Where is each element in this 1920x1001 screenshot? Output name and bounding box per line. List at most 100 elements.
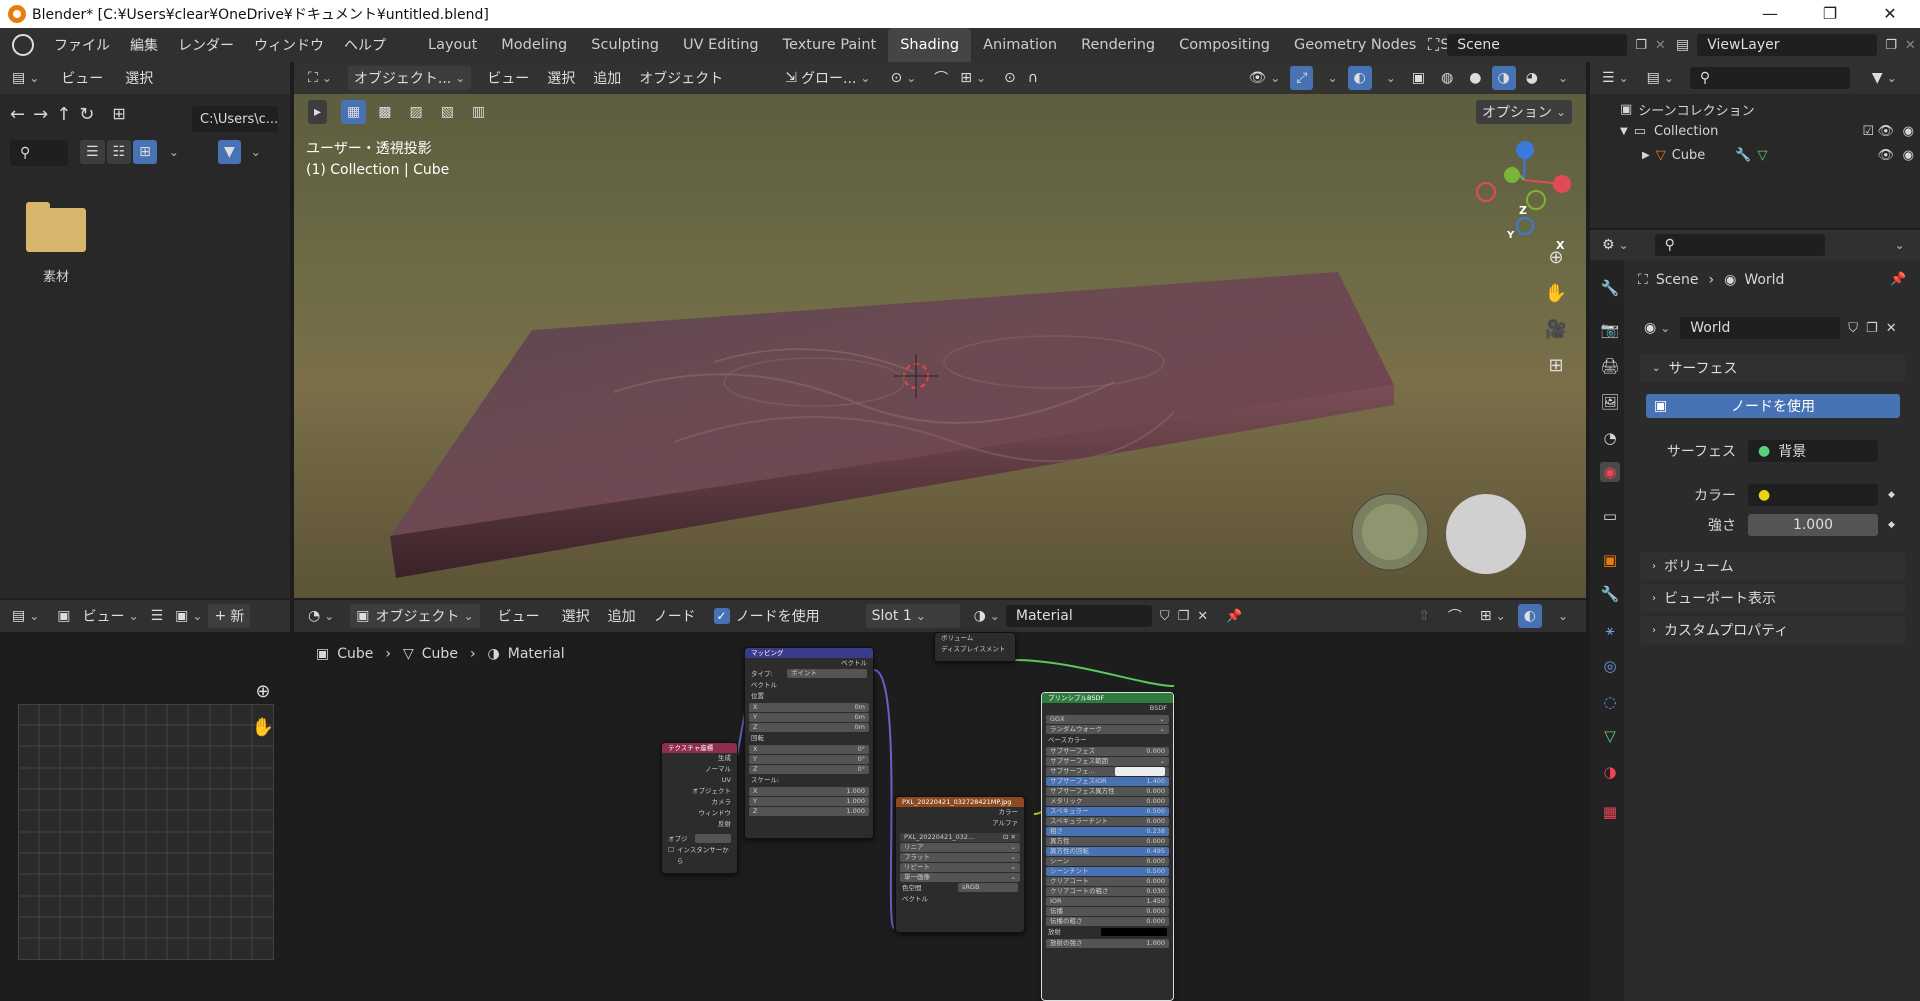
zoom-icon[interactable]: ⊕ (1541, 242, 1571, 272)
world-color-field[interactable]: ● (1748, 484, 1878, 506)
surface-panel-header[interactable]: ⌄ サーフェス (1640, 354, 1905, 382)
tool-tab-icon[interactable]: 🔧 (1600, 278, 1620, 298)
filter-options-icon[interactable] (241, 140, 267, 164)
display-options-icon[interactable] (159, 140, 185, 164)
delete-scene-icon[interactable]: ✕ (1655, 38, 1666, 53)
uv-grid[interactable] (18, 704, 274, 960)
delete-viewlayer-icon[interactable]: ✕ (1905, 38, 1916, 53)
render-tab-icon[interactable]: 📷 (1600, 320, 1620, 340)
hamburger-icon[interactable]: ☰ (145, 604, 170, 628)
tab-compositing[interactable]: Compositing (1167, 28, 1282, 62)
properties-search-input[interactable]: ⚲ (1654, 234, 1825, 256)
editor-type-icon[interactable]: ▤ (6, 604, 45, 628)
maximize-button[interactable]: ❐ (1800, 0, 1860, 28)
mapping-node[interactable]: マッピング ベクトル タイプ: ポイント ベクトル 位置 X 0m Y 0m Z 0m … (744, 647, 874, 839)
new-scene-icon[interactable]: ❐ (1635, 38, 1647, 53)
new-viewlayer-icon[interactable]: ❐ (1885, 38, 1897, 53)
scene-name-field[interactable]: Scene (1447, 34, 1628, 56)
editor-type-icon[interactable]: ▤ (6, 66, 45, 90)
collection-tab-icon[interactable]: ▭ (1600, 506, 1620, 526)
properties-options-icon[interactable] (1885, 233, 1911, 257)
tab-animation[interactable]: Animation (971, 28, 1069, 62)
eye-icon[interactable]: 👁 (1877, 124, 1894, 139)
viewport-display-panel-header[interactable]: › ビューポート表示 (1640, 584, 1905, 612)
physics-tab-icon[interactable]: ◎ (1600, 656, 1620, 676)
minimize-button[interactable]: — (1740, 0, 1800, 28)
3d-viewport[interactable]: ⛶ オブジェクト... ビュー 選択 追加 オブジェクト ⇲ グロー... ⊙ … (294, 62, 1586, 598)
pin-icon[interactable]: 📌 (1890, 272, 1906, 287)
file-search-input[interactable]: ⚲ (10, 140, 68, 166)
pan-hand-icon[interactable]: ✋ (248, 712, 278, 742)
blender-menu-icon[interactable] (12, 34, 34, 56)
eye-icon[interactable]: 👁 (1877, 148, 1894, 163)
new-folder-icon[interactable]: ⊞ (112, 104, 125, 125)
menu-window[interactable]: ウィンドウ (244, 35, 334, 55)
tab-geometry-nodes[interactable]: Geometry Nodes (1282, 28, 1428, 62)
menu-render[interactable]: レンダー (168, 35, 244, 55)
file-path-field[interactable]: C:\Users\c... (192, 106, 278, 132)
keyframe-dot-icon[interactable]: ◆ (1888, 490, 1895, 500)
display-thumbnails-icon[interactable]: ⊞ (133, 140, 157, 164)
data-tab-icon[interactable]: ▽ (1600, 726, 1620, 746)
file-select-menu[interactable]: 選択 (119, 66, 159, 90)
tab-modeling[interactable]: Modeling (489, 28, 579, 62)
constraints-tab-icon[interactable]: ◌ (1600, 692, 1620, 712)
file-view-menu[interactable]: ビュー (55, 66, 109, 90)
world-browse-icon[interactable]: ◉ (1638, 316, 1676, 340)
pan-hand-icon[interactable]: ✋ (1541, 278, 1571, 308)
display-vertical-icon[interactable]: ☷ (106, 140, 132, 164)
tab-texture-paint[interactable]: Texture Paint (771, 28, 889, 62)
scene-tab-icon[interactable]: ◔ (1600, 428, 1620, 448)
world-strength-field[interactable]: 1.000 (1748, 514, 1878, 536)
custom-properties-panel-header[interactable]: › カスタムプロパティ (1640, 616, 1905, 644)
object-tab-icon[interactable]: ▣ (1600, 550, 1620, 570)
output-tab-icon[interactable]: 🖨 (1600, 356, 1620, 376)
world-name-field[interactable]: World (1680, 317, 1841, 339)
fake-user-icon[interactable]: ⛉ (1848, 321, 1858, 336)
new-image-button[interactable]: + 新 (208, 604, 251, 628)
menu-file[interactable]: ファイル (44, 35, 120, 55)
close-window-button[interactable]: ✕ (1860, 0, 1920, 28)
filter-icon[interactable]: ▼ (218, 140, 241, 164)
shader-node-editor[interactable]: ◔ ▣ オブジェクト ビュー 選択 追加 ノード ✓ノードを使用 Slot 1 … (294, 600, 1586, 1001)
keyframe-dot-icon[interactable]: ◆ (1888, 520, 1895, 530)
new-world-icon[interactable]: ❐ (1866, 321, 1878, 336)
outliner-root-label[interactable]: シーンコレクション (1638, 100, 1754, 119)
material-output-node[interactable]: ボリューム ディスプレイスメント (934, 632, 1016, 662)
outliner-search-input[interactable]: ⚲ (1689, 67, 1850, 89)
editor-type-icon[interactable]: ⚙ (1596, 233, 1635, 257)
image-view-menu[interactable]: ビュー (77, 604, 145, 628)
view-layer-tab-icon[interactable]: 🖼 (1600, 392, 1620, 412)
principled-bsdf-node[interactable]: プリンシプルBSDF BSDF GGX ⌄ ランダムウォーク ⌄ ベースカラー サブ… (1041, 692, 1174, 1001)
outliner-filter-icon[interactable]: ▼ (1866, 66, 1903, 90)
texture-tab-icon[interactable]: ▦ (1600, 802, 1620, 822)
outliner-row-collection[interactable]: ▼ ▭ Collection ☑ 👁 ◉ (1620, 124, 1914, 139)
image-mode-icon[interactable]: ▣ (51, 604, 76, 628)
camera-icon[interactable]: 🎥 (1541, 314, 1571, 344)
image-texture-node[interactable]: PXL_20220421_032728421MP.jpg カラー アルファ PX… (895, 796, 1025, 933)
viewlayer-name-field[interactable]: ViewLayer (1697, 34, 1878, 56)
modifiers-tab-icon[interactable]: 🔧 (1600, 584, 1620, 604)
parent-dir-icon[interactable]: ↑ (56, 104, 71, 125)
texture-coordinate-node[interactable]: テクスチャ座標 生成 ノーマル UV オブジェクト カメラ ウィンドウ 反射 オ… (661, 742, 738, 874)
render-camera-icon[interactable]: ◉ (1903, 124, 1914, 139)
menu-edit[interactable]: 編集 (120, 35, 168, 55)
menu-help[interactable]: ヘルプ (334, 35, 396, 55)
outliner-row-cube[interactable]: ▶ ▽ Cube 🔧 ▽ 👁 ◉ (1642, 148, 1914, 163)
tab-uv-editing[interactable]: UV Editing (671, 28, 771, 62)
back-icon[interactable]: ← (10, 104, 25, 125)
volume-panel-header[interactable]: › ボリューム (1640, 552, 1905, 580)
folder-item[interactable]: 素材 (24, 202, 88, 285)
ortho-grid-icon[interactable]: ⊞ (1541, 350, 1571, 380)
particles-tab-icon[interactable]: ⚹ (1600, 620, 1620, 640)
tab-rendering[interactable]: Rendering (1069, 28, 1167, 62)
tab-layout[interactable]: Layout (416, 28, 489, 62)
forward-icon[interactable]: → (33, 104, 48, 125)
tab-sculpting[interactable]: Sculpting (579, 28, 671, 62)
tab-shading[interactable]: Shading (888, 28, 972, 62)
cube-board-mesh[interactable] (294, 62, 1586, 598)
display-list-icon[interactable]: ☰ (80, 140, 105, 164)
viewlayer-icon[interactable]: ▤ (1676, 37, 1689, 53)
refresh-icon[interactable]: ↻ (79, 104, 94, 125)
render-camera-icon[interactable]: ◉ (1903, 148, 1914, 163)
